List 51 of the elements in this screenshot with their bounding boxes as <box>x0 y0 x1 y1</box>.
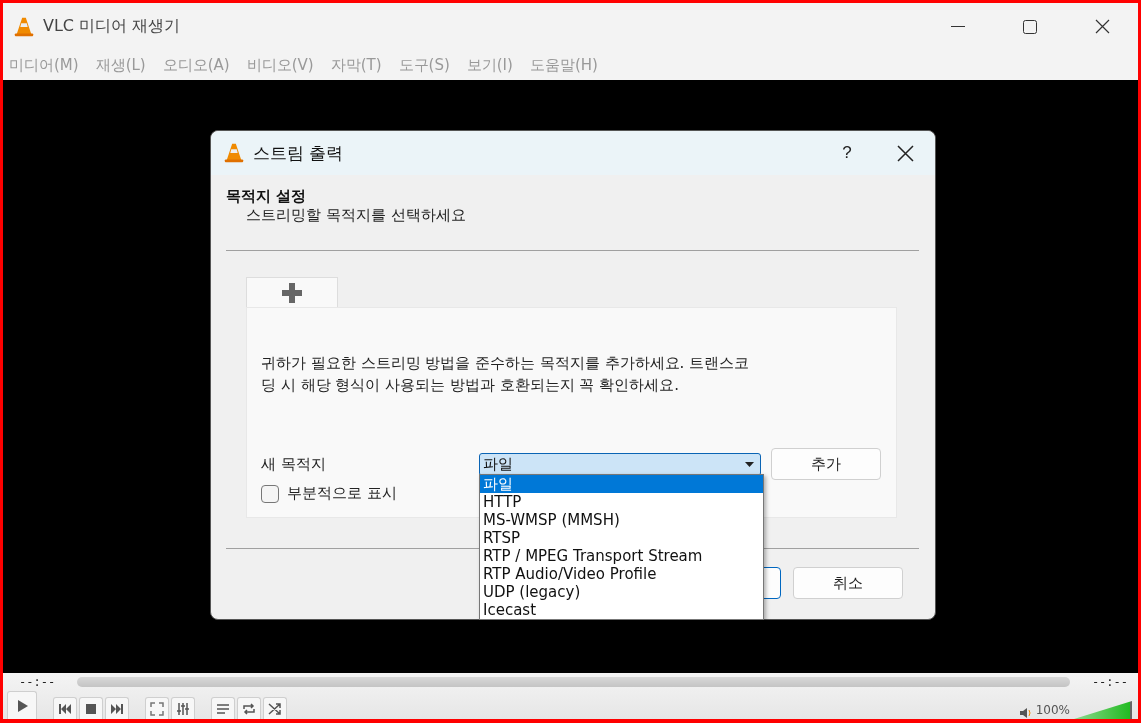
checkbox[interactable] <box>261 484 279 503</box>
next-button[interactable] <box>105 697 129 719</box>
dropdown-option[interactable]: 파일 <box>480 475 763 493</box>
dialog-title: 스트림 출력 <box>253 141 344 165</box>
remaining-time: --:-- <box>1091 675 1128 689</box>
list-icon <box>216 701 230 716</box>
fullscreen-button[interactable] <box>145 697 169 719</box>
speaker-icon <box>1019 707 1032 719</box>
equalizer-button[interactable] <box>171 697 195 719</box>
skip-forward-icon <box>110 701 124 716</box>
checkbox-label: 부분적으로 표시 <box>287 484 397 503</box>
cone-icon <box>13 15 35 38</box>
dropdown-option[interactable]: MS-WMSP (MMSH) <box>480 511 763 529</box>
cone-icon <box>223 142 245 164</box>
window-title: VLC 미디어 재생기 <box>43 16 181 37</box>
help-button[interactable]: ? <box>827 133 867 173</box>
cancel-button[interactable]: 취소 <box>793 567 903 599</box>
section-heading: 목적지 설정 <box>226 187 308 206</box>
shuffle-button[interactable] <box>263 697 287 719</box>
dropdown-option[interactable]: HTTP <box>480 493 763 511</box>
elapsed-time: --:-- <box>19 675 56 689</box>
add-tab[interactable] <box>246 277 338 307</box>
close-icon <box>1094 19 1110 34</box>
loop-button[interactable] <box>237 697 261 719</box>
dropdown-option[interactable]: RTSP <box>480 529 763 547</box>
skip-back-icon <box>58 701 72 716</box>
dropdown-option[interactable]: UDP (legacy) <box>480 583 763 601</box>
sliders-icon <box>176 701 190 716</box>
dropdown-option[interactable]: RTP / MPEG Transport Stream <box>480 547 763 565</box>
dropdown-option[interactable]: RTP Audio/Video Profile <box>480 565 763 583</box>
plus-icon <box>282 282 302 303</box>
dropdown-option[interactable]: Icecast <box>480 601 763 619</box>
section-subheading: 스트리밍할 목적지를 선택하세요 <box>246 206 467 225</box>
maximize-icon <box>1023 19 1037 34</box>
close-icon <box>896 144 914 162</box>
stop-icon <box>84 701 98 716</box>
play-button[interactable] <box>7 691 37 719</box>
destination-dropdown[interactable]: 파일 <box>479 452 761 476</box>
destination-label: 새 목적지 <box>261 454 327 474</box>
playlist-button[interactable] <box>211 697 235 719</box>
play-icon <box>15 698 29 713</box>
add-button[interactable]: 추가 <box>771 448 881 480</box>
minimize-icon <box>951 25 965 28</box>
caret-icon <box>745 461 754 467</box>
stop-button[interactable] <box>79 697 103 719</box>
volume-label: 100% <box>1035 703 1070 717</box>
shuffle-icon <box>268 701 282 716</box>
description-text: 귀하가 필요한 스트리밍 방법을 준수하는 목적지를 추가하세요. 트랜스코딩 시 해당 형식이 사용되는 방법과 호환되는지 꼭 확인하세요. <box>261 353 751 396</box>
previous-button[interactable] <box>53 697 77 719</box>
fullscreen-icon <box>150 701 164 716</box>
loop-icon <box>242 701 256 716</box>
